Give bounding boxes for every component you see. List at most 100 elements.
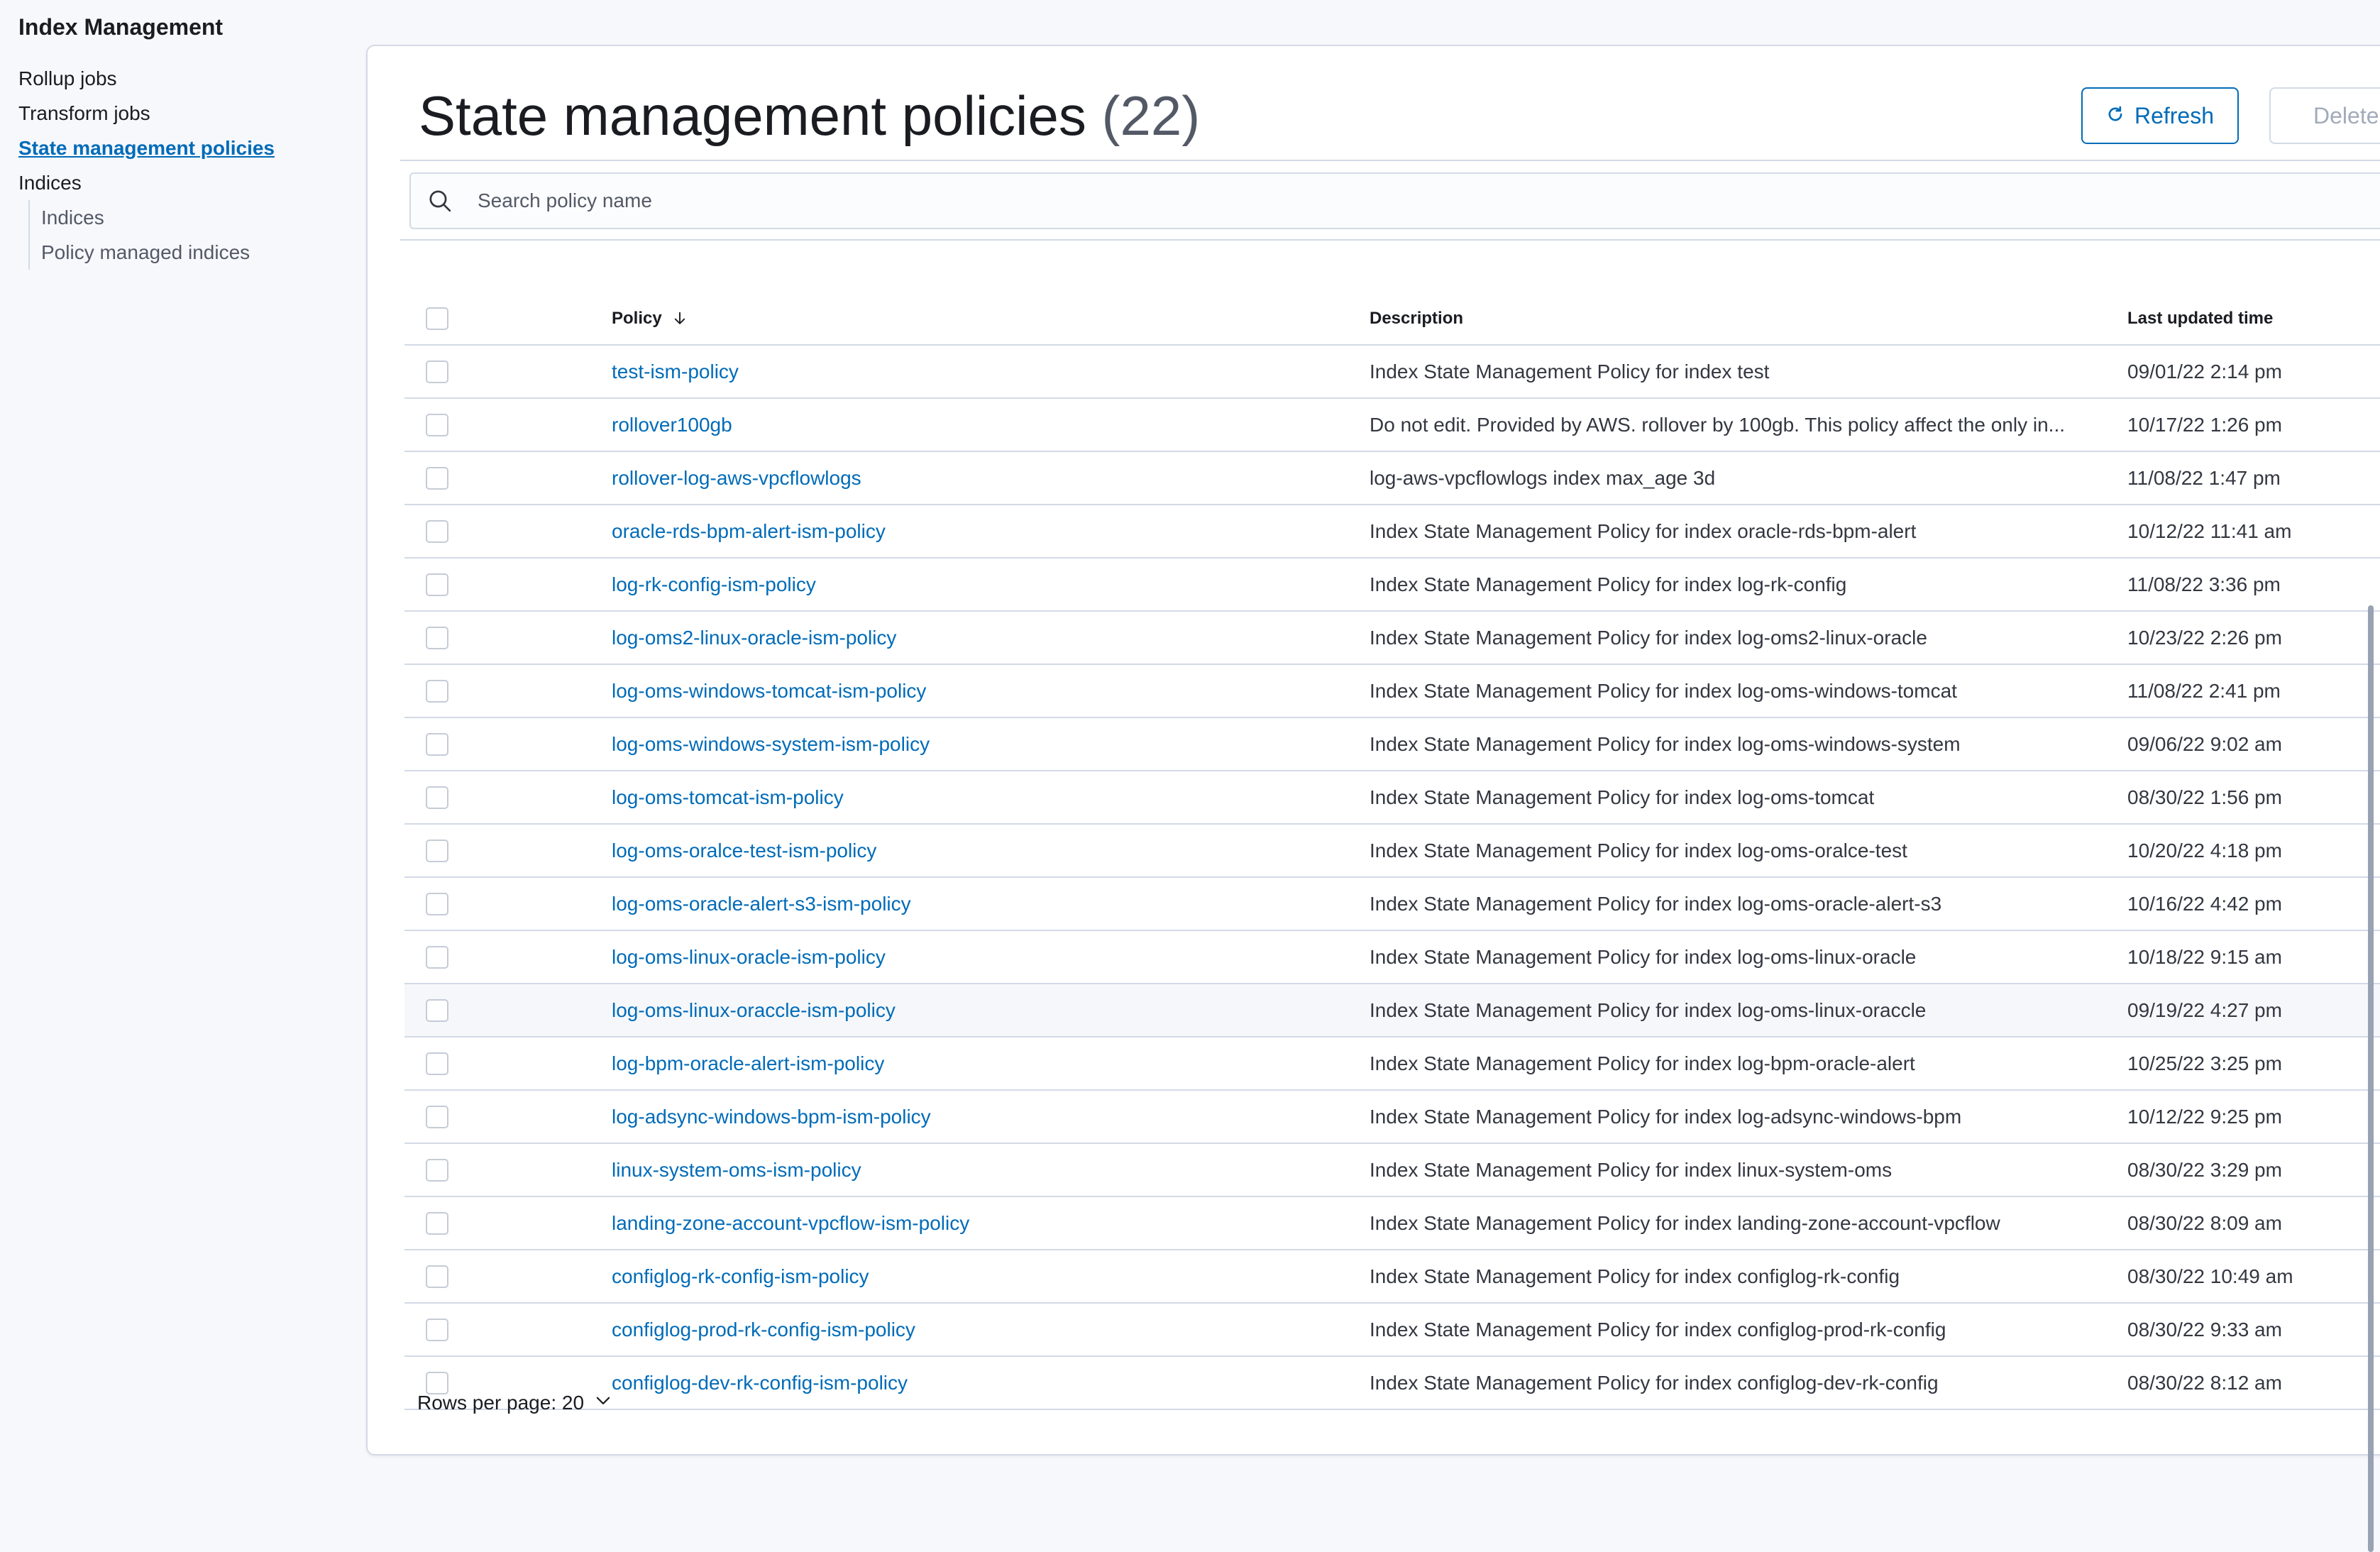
sidebar-subnav: Indices Policy managed indices: [28, 200, 352, 270]
row-checkbox[interactable]: [426, 892, 448, 915]
last-updated-time: 11/08/22 3:36 pm: [2127, 573, 2281, 595]
policy-description: Index State Management Policy for index …: [1370, 998, 1927, 1021]
policy-link[interactable]: log-oms-tomcat-ism-policy: [612, 786, 844, 809]
policy-link[interactable]: oracle-rds-bpm-alert-ism-policy: [612, 520, 886, 543]
last-updated-time: 08/30/22 8:09 am: [2127, 1211, 2282, 1234]
policy-link[interactable]: log-oms-oralce-test-ism-policy: [612, 840, 876, 862]
row-checkbox[interactable]: [426, 1158, 448, 1182]
table-row: rollover-log-aws-vpcflowlogs log-aws-vpcf…: [404, 452, 2380, 505]
policy-description: Index State Management Policy for index …: [1370, 945, 1917, 968]
delete-button[interactable]: Delete: [2269, 87, 2380, 144]
policy-link[interactable]: linux-system-oms-ism-policy: [612, 1159, 861, 1182]
table-row: log-oms-linux-oracle-ism-policy Index Sta…: [404, 931, 2380, 984]
policy-description: Index State Management Policy for index …: [1370, 1211, 2000, 1234]
policy-link[interactable]: test-ism-policy: [612, 361, 739, 383]
last-updated-time: 09/19/22 4:27 pm: [2127, 998, 2282, 1021]
table-row: log-oms-windows-system-ism-policy Index S…: [404, 718, 2380, 771]
policy-link[interactable]: log-bpm-oracle-alert-ism-policy: [612, 1052, 884, 1075]
rows-per-page-selector[interactable]: Rows per page: 20: [417, 1391, 612, 1414]
row-checkbox[interactable]: [426, 1105, 448, 1128]
sidebar-subitem-indices[interactable]: Indices: [41, 200, 352, 235]
last-updated-time: 10/20/22 4:18 pm: [2127, 839, 2282, 862]
scrollbar[interactable]: [2368, 605, 2374, 1552]
row-checkbox[interactable]: [426, 573, 448, 596]
sidebar-subitem-policy-managed-indices[interactable]: Policy managed indices: [41, 235, 352, 270]
last-updated-time: 10/25/22 3:25 pm: [2127, 1052, 2282, 1074]
sidebar-item-state-management-policies[interactable]: State management policies: [18, 131, 352, 165]
row-checkbox[interactable]: [426, 466, 448, 490]
policy-link[interactable]: log-adsync-windows-bpm-ism-policy: [612, 1106, 931, 1128]
sidebar-item-indices[interactable]: Indices: [18, 165, 352, 200]
policy-description: Index State Management Policy for index …: [1370, 839, 1907, 862]
row-checkbox[interactable]: [426, 413, 448, 436]
row-checkbox[interactable]: [426, 519, 448, 543]
policy-link[interactable]: log-oms-linux-oraccle-ism-policy: [612, 999, 896, 1022]
row-checkbox[interactable]: [426, 626, 448, 649]
row-checkbox[interactable]: [426, 1211, 448, 1235]
policy-description: Index State Management Policy for index …: [1370, 360, 1770, 383]
refresh-icon: [2106, 103, 2125, 129]
row-checkbox[interactable]: [426, 732, 448, 756]
policy-description: log-aws-vpcflowlogs index max_age 3d: [1370, 466, 1716, 489]
policy-link[interactable]: log-oms-oracle-alert-s3-ism-policy: [612, 893, 911, 915]
policy-link[interactable]: log-oms-linux-oracle-ism-policy: [612, 946, 886, 969]
policy-description: Index State Management Policy for index …: [1370, 626, 1927, 649]
policy-link[interactable]: landing-zone-account-vpcflow-ism-policy: [612, 1212, 969, 1235]
table-row: configlog-rk-config-ism-policy Index Stat…: [404, 1250, 2380, 1304]
policy-description: Index State Management Policy for index …: [1370, 892, 1942, 915]
table-row: test-ism-policy Index State Management Po…: [404, 346, 2380, 399]
policy-description: Do not edit. Provided by AWS. rollover b…: [1370, 413, 2065, 436]
policy-link[interactable]: rollover-log-aws-vpcflowlogs: [612, 467, 861, 490]
column-header-last-updated[interactable]: Last updated time: [2127, 292, 2380, 344]
table-row: log-oms-tomcat-ism-policy Index State Man…: [404, 771, 2380, 825]
last-updated-time: 08/30/22 1:56 pm: [2127, 786, 2282, 808]
sidebar-item-transform-jobs[interactable]: Transform jobs: [18, 96, 352, 131]
policy-link[interactable]: configlog-dev-rk-config-ism-policy: [612, 1372, 908, 1394]
policy-description: Index State Management Policy for index …: [1370, 1105, 1962, 1128]
column-header-description-label: Description: [1370, 308, 1464, 328]
row-checkbox[interactable]: [426, 1052, 448, 1075]
table-row: log-rk-config-ism-policy Index State Mana…: [404, 558, 2380, 612]
column-header-policy-label: Policy: [612, 308, 662, 328]
last-updated-time: 10/12/22 11:41 am: [2127, 519, 2292, 542]
column-header-policy[interactable]: Policy: [612, 292, 1350, 344]
row-checkbox[interactable]: [426, 1318, 448, 1341]
table-row: log-bpm-oracle-alert-ism-policy Index Sta…: [404, 1038, 2380, 1091]
last-updated-time: 09/06/22 9:02 am: [2127, 732, 2282, 755]
refresh-button[interactable]: Refresh: [2081, 87, 2239, 144]
search-input[interactable]: [476, 189, 2380, 213]
table-row: log-adsync-windows-bpm-ism-policy Index S…: [404, 1091, 2380, 1144]
policy-link[interactable]: configlog-prod-rk-config-ism-policy: [612, 1319, 915, 1341]
policy-link[interactable]: log-oms2-linux-oracle-ism-policy: [612, 627, 896, 649]
policy-link[interactable]: log-oms-windows-tomcat-ism-policy: [612, 680, 926, 703]
table-body: test-ism-policy Index State Management Po…: [404, 346, 2380, 1410]
sidebar: Index Management Rollup jobs Transform j…: [18, 13, 352, 270]
policy-link[interactable]: rollover100gb: [612, 414, 732, 436]
row-checkbox[interactable]: [426, 839, 448, 862]
policy-link[interactable]: log-oms-windows-system-ism-policy: [612, 733, 930, 756]
page-title-text: State management policies: [419, 84, 1086, 147]
row-checkbox[interactable]: [426, 998, 448, 1022]
last-updated-time: 11/08/22 1:47 pm: [2127, 466, 2281, 489]
row-checkbox[interactable]: [426, 1265, 448, 1288]
search-icon: [426, 187, 453, 214]
row-checkbox[interactable]: [426, 679, 448, 703]
row-checkbox[interactable]: [426, 945, 448, 969]
last-updated-time: 10/23/22 2:26 pm: [2127, 626, 2282, 649]
last-updated-time: 08/30/22 10:49 am: [2127, 1265, 2293, 1287]
row-checkbox[interactable]: [426, 786, 448, 809]
row-checkbox[interactable]: [426, 360, 448, 383]
last-updated-time: 11/08/22 2:41 pm: [2127, 679, 2281, 702]
rows-per-page-label: Rows per page: 20: [417, 1391, 585, 1414]
select-all-checkbox[interactable]: [426, 307, 448, 330]
column-header-last-updated-label: Last updated time: [2127, 308, 2274, 328]
policy-link[interactable]: configlog-rk-config-ism-policy: [612, 1265, 869, 1288]
last-updated-time: 10/17/22 1:26 pm: [2127, 413, 2282, 436]
policy-description: Index State Management Policy for index …: [1370, 679, 1957, 702]
sidebar-item-rollup-jobs[interactable]: Rollup jobs: [18, 61, 352, 96]
policy-link[interactable]: log-rk-config-ism-policy: [612, 573, 816, 596]
table-row: log-oms-oracle-alert-s3-ism-policy Index …: [404, 878, 2380, 931]
last-updated-time: 10/16/22 4:42 pm: [2127, 892, 2282, 915]
policy-description: Index State Management Policy for index …: [1370, 786, 1875, 808]
page-title: State management policies (22): [419, 80, 1200, 151]
